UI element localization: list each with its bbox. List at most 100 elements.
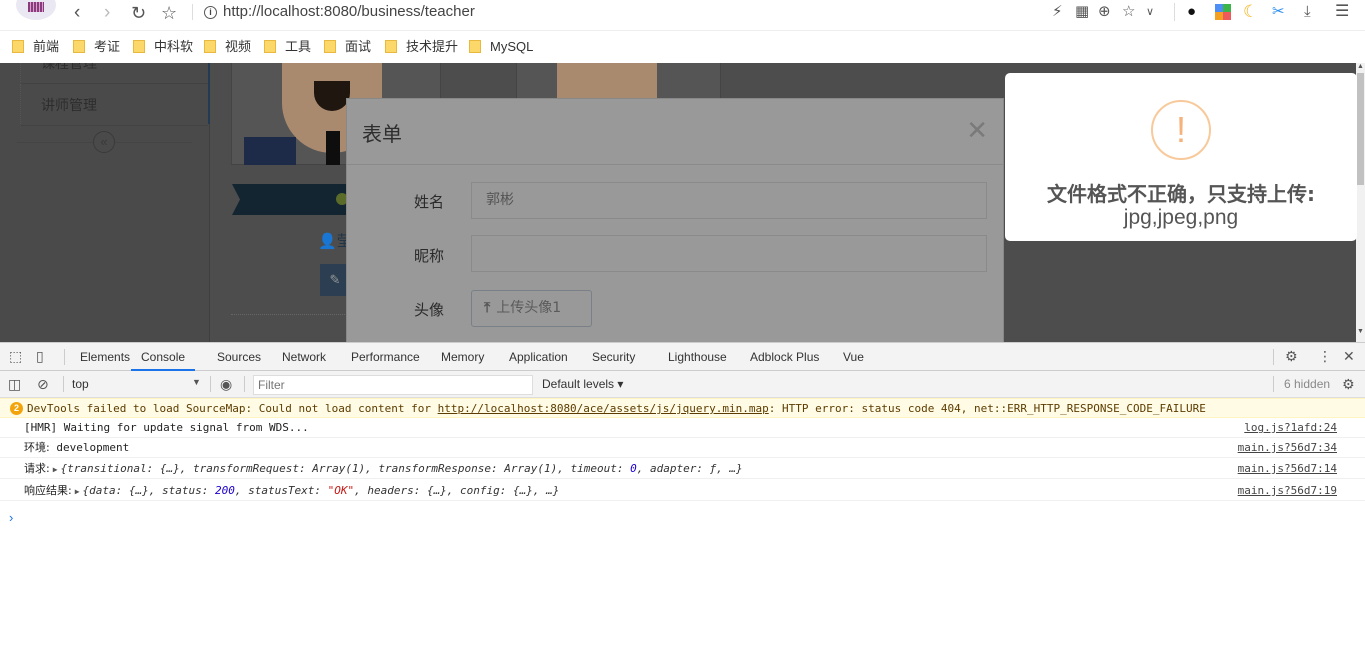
sidebar-item-teachers[interactable]: 讲师管理: [20, 84, 208, 126]
sourcemap-link[interactable]: http://localhost:8080/ace/assets/js/jque…: [438, 402, 769, 415]
console-message: 请求: ▶ {transitional: {…}, transformRequest…: [0, 459, 1365, 479]
sidebar-toggle-icon[interactable]: ◫: [8, 376, 21, 392]
device-toolbar-icon[interactable]: ▯: [36, 348, 44, 364]
console-toolbar: ◫ ⊘ top ▼ ◉ Default levels ▾ 6 hidden ⚙: [0, 371, 1365, 398]
bookmarks-bar: 前端 考证 中科软 视频 工具 面试 技术提升 MySQL: [0, 32, 1365, 63]
close-icon[interactable]: ✕: [966, 117, 988, 143]
scroll-up-arrow-icon[interactable]: ▲: [1356, 63, 1365, 70]
name-input[interactable]: 郭彬: [471, 182, 987, 219]
folder-icon: [385, 40, 397, 53]
divider: [192, 4, 193, 20]
bookmark-folder[interactable]: 面试: [324, 40, 371, 54]
tab-lighthouse[interactable]: Lighthouse: [668, 343, 727, 371]
divider: [210, 376, 211, 392]
status-ribbon: [232, 184, 362, 215]
nickname-input[interactable]: [471, 235, 987, 272]
active-indicator: [208, 63, 210, 124]
chevron-down-icon[interactable]: ∨: [1146, 3, 1154, 21]
console-message: [HMR] Waiting for update signal from WDS…: [0, 418, 1365, 438]
back-icon[interactable]: ‹: [74, 2, 80, 24]
favorite-star-icon[interactable]: ☆: [1122, 3, 1135, 21]
profile-logo[interactable]: [16, 0, 56, 20]
console-filter-input[interactable]: [253, 375, 533, 395]
tab-performance[interactable]: Performance: [351, 343, 420, 371]
console-message: 响应结果: ▶ {data: {…}, status: 200, statusTex…: [0, 481, 1365, 501]
tab-sources[interactable]: Sources: [217, 343, 261, 371]
reload-icon[interactable]: ↻: [131, 2, 146, 24]
console-prompt[interactable]: ›: [9, 510, 13, 525]
avatar-jacket: [244, 137, 296, 165]
devtools-panel: ⬚ ▯ Elements Console Sources Network Per…: [0, 342, 1365, 663]
context-selector[interactable]: top: [72, 377, 89, 391]
bookmark-folder[interactable]: 考证: [73, 40, 120, 54]
bookmark-folder[interactable]: 视频: [204, 40, 251, 54]
extension-glasses-icon[interactable]: ●: [1187, 3, 1196, 21]
bookmark-folder[interactable]: 中科软: [133, 40, 193, 54]
tab-memory[interactable]: Memory: [441, 343, 484, 371]
bookmark-folder[interactable]: 工具: [264, 40, 311, 54]
expand-triangle-icon[interactable]: ▶: [75, 487, 80, 496]
qr-code-icon[interactable]: ▦: [1075, 3, 1089, 21]
settings-gear-icon[interactable]: ⚙: [1285, 348, 1298, 364]
upload-icon: ⤒: [484, 300, 491, 316]
divider: [63, 376, 64, 392]
double-chevron-left-icon: «: [100, 134, 108, 149]
extension-scissors-icon[interactable]: ✂: [1272, 3, 1285, 21]
tab-console[interactable]: Console: [131, 343, 196, 371]
user-icon: 👤: [318, 233, 337, 250]
scroll-down-arrow-icon[interactable]: ▼: [1356, 328, 1365, 335]
console-warning: 2 DevTools failed to load SourceMap: Coul…: [0, 398, 1365, 418]
scrollbar-thumb[interactable]: [1357, 73, 1364, 185]
divider: [1174, 3, 1175, 21]
lightning-icon[interactable]: ⚡: [1052, 3, 1063, 21]
download-icon[interactable]: ⤓: [1304, 3, 1311, 21]
expand-triangle-icon[interactable]: ▶: [53, 465, 58, 474]
devtools-tabbar: ⬚ ▯ Elements Console Sources Network Per…: [0, 343, 1365, 371]
bookmark-star-icon[interactable]: ☆: [161, 2, 177, 24]
more-options-icon[interactable]: ⋮: [1318, 348, 1332, 364]
address-bar[interactable]: i http://localhost:8080/business/teacher: [204, 2, 475, 22]
object-preview[interactable]: {data: {…}, status: 200, statusText: "OK…: [83, 484, 560, 497]
upload-avatar-button[interactable]: ⤒ 上传头像1: [471, 290, 592, 327]
tab-elements[interactable]: Elements: [80, 343, 130, 371]
divider: [1273, 349, 1274, 365]
folder-icon: [73, 40, 85, 53]
forward-icon[interactable]: ›: [104, 2, 110, 24]
folder-icon: [469, 40, 481, 53]
close-devtools-icon[interactable]: ✕: [1343, 348, 1355, 364]
warning-icon: !: [1151, 100, 1211, 160]
live-expression-eye-icon[interactable]: ◉: [220, 376, 232, 392]
sidebar-collapse-button[interactable]: «: [93, 131, 115, 153]
source-link[interactable]: log.js?1afd:24: [1244, 418, 1337, 438]
alert-formats: jpg,jpeg,png: [1123, 206, 1239, 229]
console-settings-gear-icon[interactable]: ⚙: [1342, 376, 1355, 392]
folder-icon: [204, 40, 216, 53]
tab-application[interactable]: Application: [509, 343, 568, 371]
tab-vue[interactable]: Vue: [843, 343, 864, 371]
avatar-tie: [326, 131, 340, 165]
source-link[interactable]: main.js?56d7:19: [1238, 481, 1337, 501]
source-link[interactable]: main.js?56d7:14: [1238, 459, 1337, 479]
extension-apps-icon[interactable]: [1215, 4, 1231, 20]
console-message: 环境: development main.js?56d7:34: [0, 438, 1365, 458]
zoom-icon[interactable]: ⊕: [1098, 3, 1111, 21]
bookmark-folder[interactable]: 技术提升: [385, 40, 458, 54]
divider: [64, 349, 65, 365]
dropdown-arrow-icon[interactable]: ▼: [192, 377, 201, 387]
source-link[interactable]: main.js?56d7:34: [1238, 438, 1337, 458]
inspect-element-icon[interactable]: ⬚: [9, 348, 22, 364]
bookmark-folder[interactable]: 前端: [12, 40, 59, 54]
tab-security[interactable]: Security: [592, 343, 635, 371]
tab-adblock-plus[interactable]: Adblock Plus: [750, 343, 819, 371]
log-levels-dropdown[interactable]: Default levels ▾: [542, 377, 623, 391]
object-preview[interactable]: {transitional: {…}, transformRequest: Ar…: [61, 462, 743, 475]
dark-mode-moon-icon[interactable]: ☾: [1243, 3, 1258, 21]
clear-console-icon[interactable]: ⊘: [37, 376, 49, 392]
tab-network[interactable]: Network: [282, 343, 326, 371]
url-text[interactable]: http://localhost:8080/business/teacher: [223, 3, 475, 20]
hidden-count: 6 hidden: [1284, 377, 1331, 391]
info-icon[interactable]: i: [204, 6, 217, 19]
bookmark-folder[interactable]: MySQL: [469, 40, 533, 54]
menu-icon[interactable]: ☰: [1335, 3, 1349, 21]
sidebar-item-courses[interactable]: 课程管理: [20, 63, 208, 84]
